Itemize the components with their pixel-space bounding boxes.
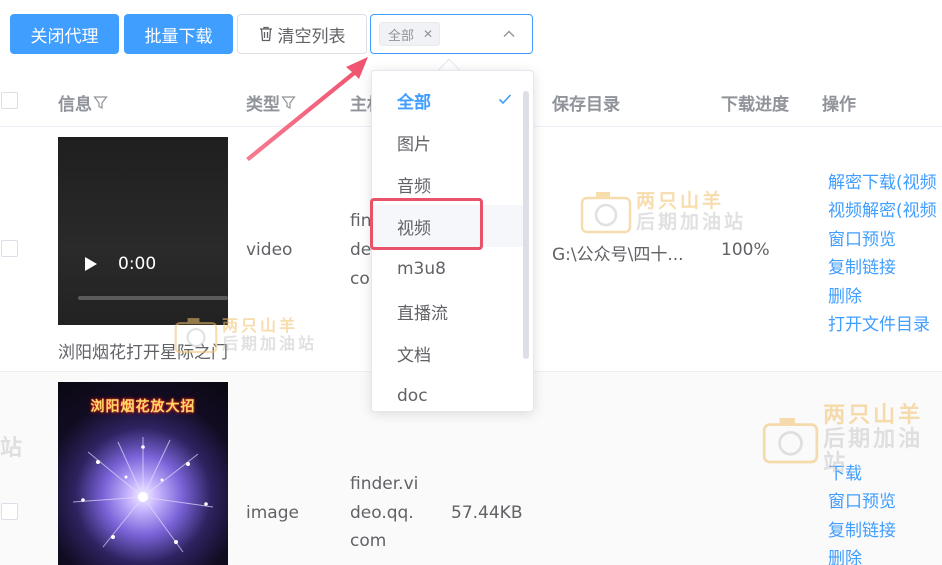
header-info: 信息	[58, 90, 108, 115]
play-icon[interactable]	[84, 256, 98, 272]
dropdown-scrollbar[interactable]	[523, 91, 529, 359]
header-type-label: 类型	[246, 95, 280, 115]
delete-link[interactable]: 删除	[828, 544, 862, 565]
window-preview-link[interactable]: 窗口预览	[828, 225, 896, 250]
app-root: 关闭代理 批量下载 清空列表 全部 ✕ 信息 类型 主机 保存目录 下载进度 操…	[0, 0, 942, 565]
fireworks-graphic	[72, 437, 214, 553]
delete-link[interactable]: 删除	[828, 282, 862, 307]
option-video[interactable]: 视频	[372, 205, 526, 247]
copy-link[interactable]: 复制链接	[828, 253, 896, 278]
clear-list-button[interactable]: 清空列表	[237, 14, 367, 54]
open-folder-link[interactable]: 打开文件目录	[828, 310, 930, 335]
download-link[interactable]: 下载	[828, 459, 862, 484]
host-line: finder.vi	[350, 474, 419, 494]
batch-download-button[interactable]: 批量下载	[124, 14, 233, 54]
option-doc[interactable]: doc	[372, 375, 526, 411]
decrypt-download-link[interactable]: 解密下载(视频	[828, 168, 937, 193]
trash-icon	[259, 26, 272, 42]
media-caption: 浏阳烟花打开星际之门	[58, 343, 228, 363]
row-checkbox[interactable]	[1, 503, 18, 520]
host-line: deo.qq.	[350, 503, 414, 523]
save-dir-cell: G:\公众号\四十...	[552, 245, 684, 265]
window-preview-link[interactable]: 窗口预览	[828, 487, 896, 512]
video-progress-bar[interactable]	[78, 296, 228, 300]
host-line: fin	[350, 211, 372, 231]
option-document[interactable]: 文档	[372, 332, 526, 374]
copy-link[interactable]: 复制链接	[828, 516, 896, 541]
progress-cell: 100%	[721, 240, 770, 260]
video-time: 0:00	[118, 254, 157, 274]
filter-icon[interactable]	[281, 95, 296, 110]
filter-icon[interactable]	[93, 95, 108, 110]
check-icon	[498, 94, 512, 105]
host-line: co	[350, 269, 370, 289]
clear-list-label: 清空列表	[277, 26, 346, 47]
option-m3u8[interactable]: m3u8	[372, 248, 526, 290]
option-all[interactable]: 全部	[372, 79, 526, 121]
type-dropdown: 全部 图片 音频 视频 m3u8 直播流 文档 doc	[371, 70, 534, 412]
video-decrypt-link[interactable]: 视频解密(视频	[828, 196, 937, 221]
header-progress: 下载进度	[721, 95, 789, 115]
video-player[interactable]: 0:00	[58, 137, 228, 325]
option-image[interactable]: 图片	[372, 121, 526, 163]
row-checkbox[interactable]	[1, 240, 18, 257]
selected-tag: 全部 ✕	[379, 22, 441, 46]
tag-close-icon[interactable]: ✕	[423, 27, 433, 41]
select-all-checkbox[interactable]	[1, 92, 18, 109]
type-filter-select[interactable]: 全部 ✕	[370, 14, 533, 54]
header-type: 类型	[246, 90, 296, 115]
chevron-up-icon[interactable]	[502, 27, 516, 41]
header-save-dir: 保存目录	[552, 95, 620, 115]
header-actions: 操作	[822, 95, 856, 115]
option-live-stream[interactable]: 直播流	[372, 290, 526, 332]
image-thumbnail[interactable]: 浏阳烟花放大招	[58, 382, 228, 565]
size-cell: 57.44KB	[451, 503, 523, 523]
type-cell: video	[246, 240, 293, 260]
host-line: com	[350, 531, 387, 551]
selected-tag-label: 全部	[388, 28, 415, 44]
close-proxy-button[interactable]: 关闭代理	[10, 14, 119, 54]
option-audio[interactable]: 音频	[372, 163, 526, 205]
header-info-label: 信息	[58, 95, 92, 115]
host-line: de	[350, 240, 372, 260]
option-label: 全部	[397, 92, 431, 113]
type-cell: image	[246, 503, 299, 523]
